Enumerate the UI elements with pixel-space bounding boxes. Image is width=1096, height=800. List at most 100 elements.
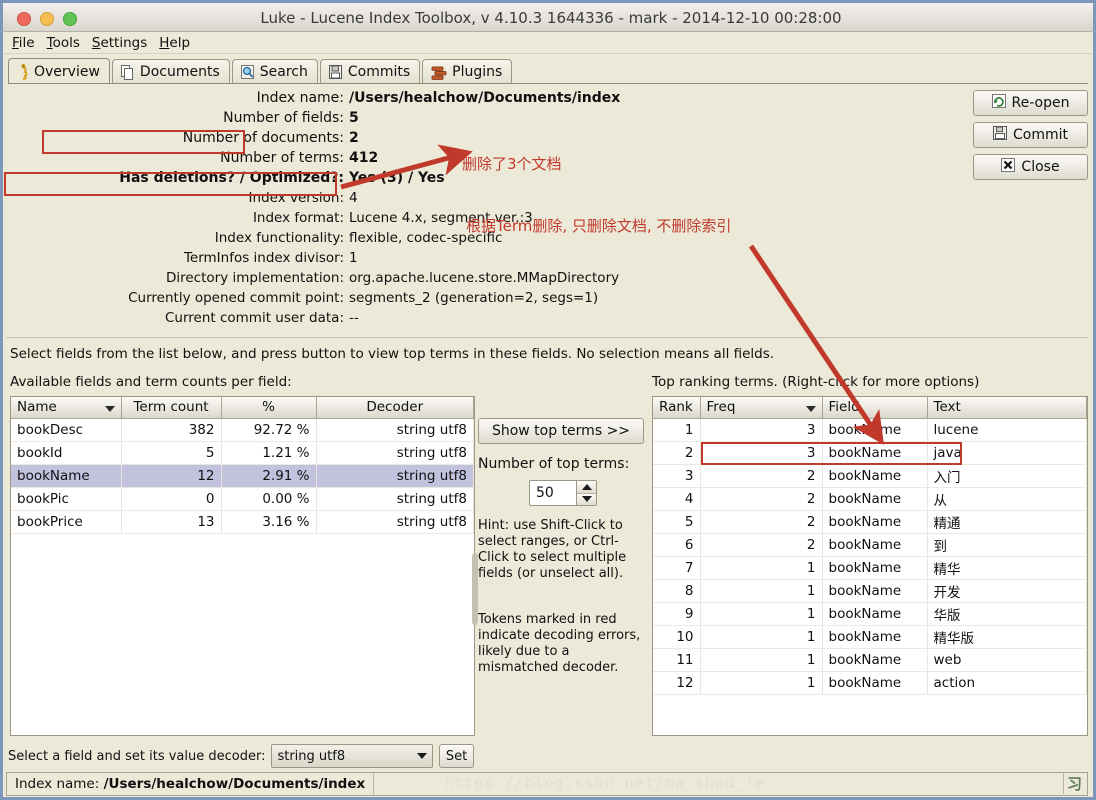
table-row[interactable]: bookDesc 382 92.72 % string utf8 <box>11 418 474 442</box>
tab-documents-label: Documents <box>139 64 220 80</box>
show-top-terms-button[interactable]: Show top terms >> <box>478 418 644 444</box>
commit-button-label: Commit <box>1013 127 1068 143</box>
term-rank-cell: 5 <box>653 510 701 534</box>
menu-settings-label: ettings <box>100 34 148 51</box>
terms-col-freq[interactable]: Freq <box>700 397 823 419</box>
field-percent-cell: 0.00 % <box>221 487 317 511</box>
terms-table-header-row: Rank Freq Field Text <box>653 397 1087 419</box>
tab-overview-label: Overview <box>34 63 100 80</box>
menu-help[interactable]: Help <box>155 34 198 52</box>
fields-col-name[interactable]: Name <box>11 397 122 419</box>
table-row[interactable]: 5 2 bookName 精通 <box>653 510 1087 534</box>
term-text-cell: 精华版 <box>927 625 1087 649</box>
info-value-index-name: /Users/healchow/Documents/index <box>349 90 621 106</box>
term-rank-cell: 2 <box>653 441 701 465</box>
floppy-icon <box>993 126 1007 144</box>
table-row[interactable]: 7 1 bookName 精华 <box>653 556 1087 580</box>
field-name-cell: bookName <box>11 464 122 488</box>
annotation-note-deleted-docs: 删除了3个文档 <box>462 155 562 173</box>
tab-search-label: Search <box>259 64 308 80</box>
info-label-index-name: Index name: <box>256 90 344 106</box>
table-row[interactable]: bookId 5 1.21 % string utf8 <box>11 441 474 465</box>
tab-commits[interactable]: Commits <box>319 59 421 84</box>
table-row[interactable]: 3 2 bookName 入门 <box>653 464 1087 488</box>
field-term-count-cell: 13 <box>121 510 222 534</box>
term-freq-cell: 3 <box>700 441 823 465</box>
overview-info-panel: Index name: /Users/healchow/Documents/in… <box>6 88 966 333</box>
top-ranking-terms-table[interactable]: Rank Freq Field Text 1 3 bookName lucene <box>652 396 1088 736</box>
number-of-top-terms-input[interactable] <box>530 481 576 505</box>
fields-col-percent[interactable]: % <box>221 397 317 419</box>
table-row[interactable]: bookPic 0 0.00 % string utf8 <box>11 487 474 511</box>
menu-file-label: ile <box>18 34 35 51</box>
field-name-cell: bookPic <box>11 487 122 511</box>
info-label-number-of-documents: Number of documents: <box>182 130 344 146</box>
commit-button[interactable]: Commit <box>973 122 1088 148</box>
tab-plugins[interactable]: Plugins <box>422 59 513 84</box>
table-row[interactable]: 9 1 bookName 华版 <box>653 602 1087 626</box>
table-row-selected[interactable]: bookName 12 2.91 % string utf8 <box>11 464 474 488</box>
terms-col-field[interactable]: Field <box>822 397 928 419</box>
term-text-cell: lucene <box>927 418 1087 442</box>
decoder-select[interactable]: string utf8 <box>271 744 434 768</box>
term-rank-cell: 12 <box>653 671 701 695</box>
terms-col-freq-label: Freq <box>706 399 736 416</box>
stepper-down-button[interactable] <box>577 492 596 505</box>
number-of-top-terms-label: Number of top terms: <box>478 456 630 472</box>
term-freq-cell: 1 <box>700 579 823 603</box>
table-row[interactable]: 6 2 bookName 到 <box>653 533 1087 557</box>
fields-panel-scroll-thumb[interactable] <box>472 553 478 625</box>
info-value-number-of-terms: 412 <box>349 150 379 166</box>
available-fields-table[interactable]: Name Term count % Decoder bookDesc 382 9… <box>10 396 475 736</box>
info-label-index-format: Index format: <box>252 210 344 226</box>
table-row[interactable]: 10 1 bookName 精华版 <box>653 625 1087 649</box>
fields-col-term-count[interactable]: Term count <box>121 397 222 419</box>
terms-col-rank[interactable]: Rank <box>653 397 701 419</box>
menu-file[interactable]: File <box>8 34 43 52</box>
term-field-cell: bookName <box>822 441 928 465</box>
stepper-buttons[interactable] <box>576 481 596 505</box>
info-label-index-functionality: Index functionality: <box>214 230 344 246</box>
tab-documents[interactable]: Documents <box>111 59 230 84</box>
info-value-number-of-documents: 2 <box>349 130 359 146</box>
field-decoder-cell: string utf8 <box>316 441 474 465</box>
table-row[interactable]: 8 1 bookName 开发 <box>653 579 1087 603</box>
table-row[interactable]: 2 3 bookName java <box>653 441 1087 465</box>
term-freq-cell: 1 <box>700 648 823 672</box>
documents-icon <box>120 64 135 80</box>
term-rank-cell: 6 <box>653 533 701 557</box>
field-percent-cell: 1.21 % <box>221 441 317 465</box>
status-index-name: Index name: /Users/healchow/Documents/in… <box>7 773 375 795</box>
set-decoder-button[interactable]: Set <box>439 744 474 768</box>
field-percent-cell: 92.72 % <box>221 418 317 442</box>
number-of-top-terms-stepper[interactable] <box>529 480 597 506</box>
table-row[interactable]: 11 1 bookName web <box>653 648 1087 672</box>
table-row[interactable]: 1 3 bookName lucene <box>653 418 1087 442</box>
fields-col-decoder[interactable]: Decoder <box>316 397 474 419</box>
table-row[interactable]: 12 1 bookName action <box>653 671 1087 695</box>
table-row[interactable]: 4 2 bookName 从 <box>653 487 1087 511</box>
terms-col-text[interactable]: Text <box>927 397 1087 419</box>
statusbar: Index name: /Users/healchow/Documents/in… <box>6 772 1088 796</box>
close-button[interactable]: Close <box>973 154 1088 180</box>
info-label-commit-point: Currently opened commit point: <box>128 290 344 306</box>
tab-search[interactable]: Search <box>231 59 318 84</box>
term-field-cell: bookName <box>822 602 928 626</box>
select-fields-instruction: Select fields from the list below, and p… <box>10 346 775 362</box>
reopen-button-label: Re-open <box>1011 95 1070 111</box>
term-rank-cell: 4 <box>653 487 701 511</box>
term-field-cell: bookName <box>822 648 928 672</box>
stepper-up-button[interactable] <box>577 481 596 493</box>
app-window: Luke - Lucene Index Toolbox, v 4.10.3 16… <box>0 0 1096 800</box>
sort-desc-caret-icon <box>805 406 816 413</box>
menu-tools[interactable]: Tools <box>43 34 88 52</box>
tab-overview[interactable]: Overview <box>8 58 110 84</box>
reopen-button[interactable]: Re-open <box>973 90 1088 116</box>
term-text-cell: 到 <box>927 533 1087 557</box>
close-x-icon <box>1001 158 1016 176</box>
status-spacer: https://blog.csdn.net/ma_shou_fe 习 <box>374 773 1087 795</box>
info-label-terminfos-divisor: TermInfos index divisor: <box>183 250 344 266</box>
table-row[interactable]: bookPrice 13 3.16 % string utf8 <box>11 510 474 534</box>
term-text-cell: 精通 <box>927 510 1087 534</box>
menu-settings[interactable]: Settings <box>88 34 155 52</box>
